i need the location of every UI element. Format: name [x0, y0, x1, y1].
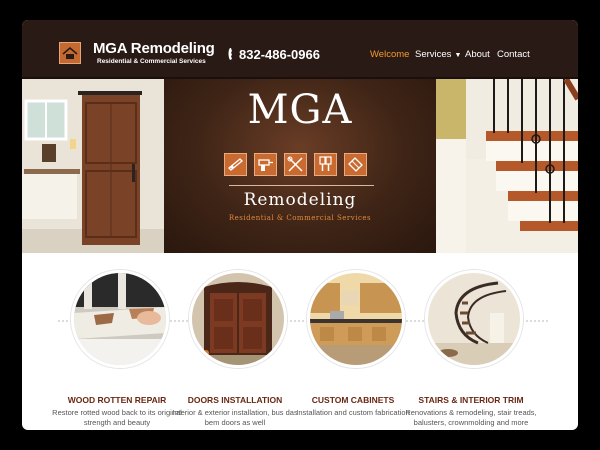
phone-number[interactable]: 832-486-0966	[239, 47, 320, 62]
stairs-photo[interactable]	[425, 270, 523, 368]
hero-remodeling-text: Remodeling	[243, 190, 357, 210]
nav-welcome[interactable]: Welcome	[370, 49, 409, 60]
saw-icon	[224, 153, 247, 176]
drill-icon	[254, 153, 277, 176]
house-icon	[62, 46, 78, 59]
chevron-down-icon: ▼	[454, 52, 462, 59]
wood-repair-photo[interactable]	[71, 270, 169, 368]
paintbrush-icon	[314, 153, 337, 176]
cabinets-photo[interactable]	[307, 270, 405, 368]
nav-services-label: Services	[415, 49, 452, 60]
hero-logo-panel: MGA Remodeling Residential & Commercial …	[164, 79, 436, 253]
hero-banner: MGA Remodeling Residential & Commercial …	[22, 79, 578, 253]
hero-divider	[229, 185, 374, 186]
browser-screen: MGA Remodeling Residential & Commercial …	[22, 20, 578, 430]
nav-contact[interactable]: Contact	[497, 49, 530, 60]
hero-logo-text: MGA	[247, 87, 353, 133]
service-desc-stairs: Renovations & remodeling, stair treads, …	[405, 408, 537, 427]
hero-tagline: Residential & Commercial Services	[228, 214, 372, 222]
phone-icon	[228, 48, 232, 60]
tools-icon	[284, 153, 307, 176]
tile-icon	[344, 153, 367, 176]
nav-services[interactable]: Services ▼	[415, 49, 461, 60]
service-title-stairs[interactable]: STAIRS & INTERIOR TRIM	[401, 395, 541, 405]
staircase-photo	[436, 79, 578, 253]
site-header: MGA Remodeling Residential & Commercial …	[22, 20, 578, 79]
doors-photo[interactable]	[189, 270, 287, 368]
nav-about[interactable]: About	[465, 49, 490, 60]
brand-subtitle: Residential & Commercial Services	[97, 58, 206, 65]
logo-icon[interactable]	[59, 42, 81, 64]
barn-door-photo	[22, 79, 164, 253]
brand-name[interactable]: MGA Remodeling	[93, 40, 215, 57]
